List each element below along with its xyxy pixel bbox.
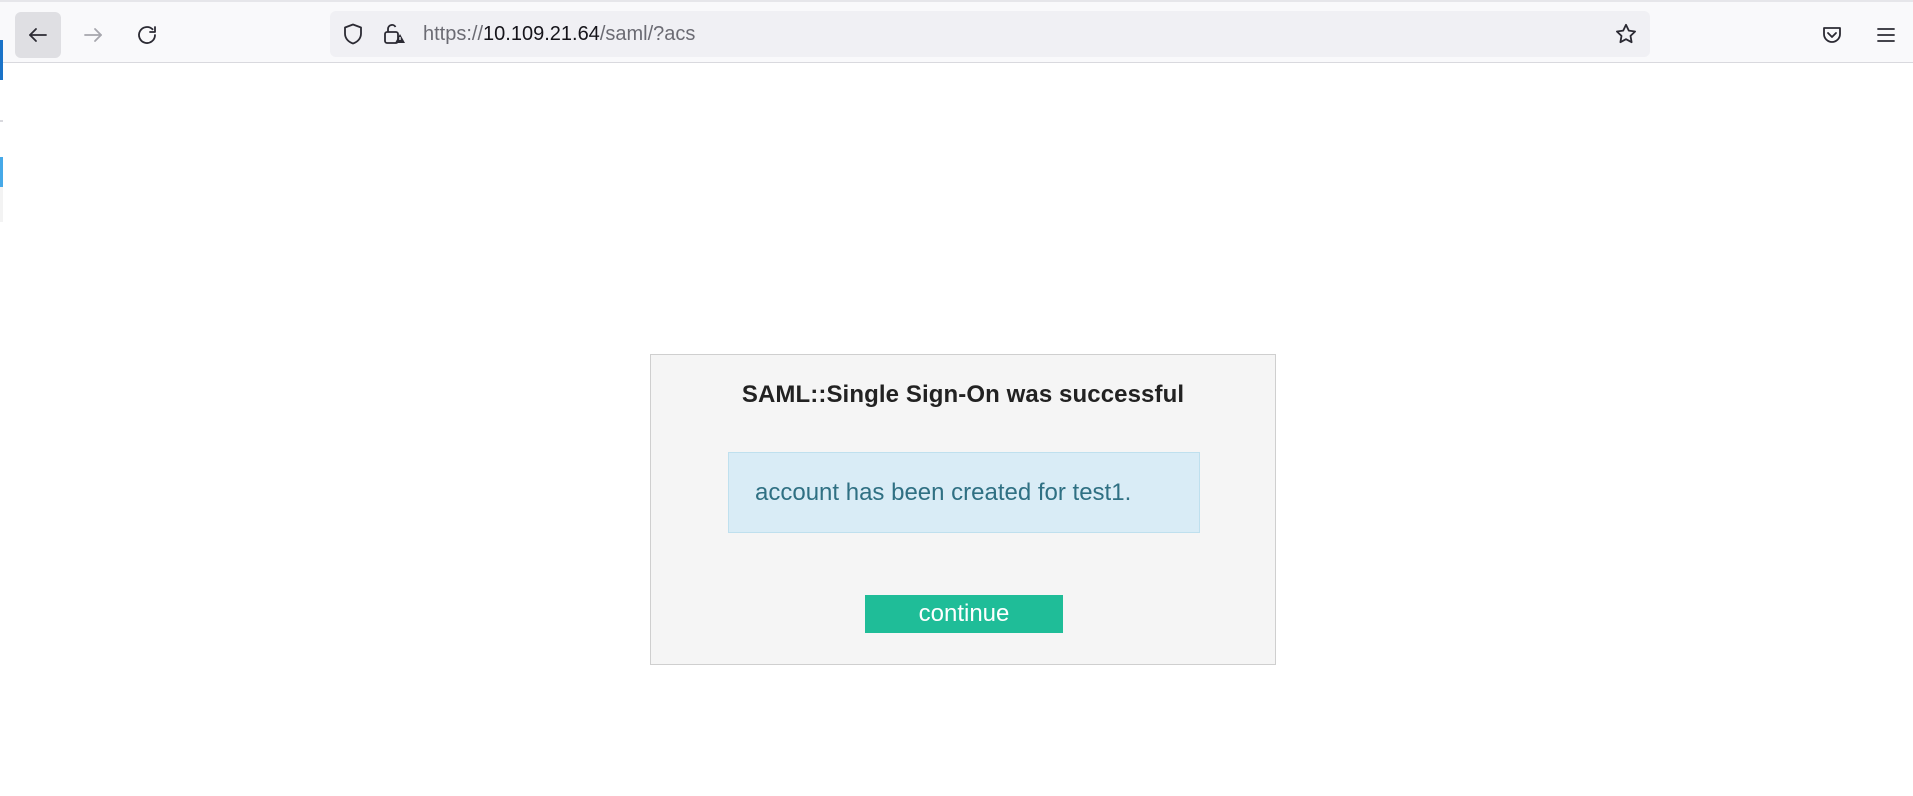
arrow-left-icon (29, 28, 47, 42)
star-icon[interactable] (1614, 22, 1638, 46)
hamburger-menu-icon (1877, 28, 1895, 42)
reload-button[interactable] (124, 12, 170, 58)
url-host: 10.109.21.64 (483, 23, 600, 45)
reload-icon (138, 26, 156, 44)
url-path: /saml/?acs (599, 23, 696, 45)
info-alert: account has been created for test1. (728, 452, 1200, 533)
app-menu-button[interactable] (1863, 12, 1909, 58)
url-bar[interactable]: https://10.109.21.64/saml/?acs (330, 11, 1650, 57)
continue-button[interactable]: continue (865, 595, 1063, 633)
alert-message: account has been created for test1. (755, 478, 1132, 506)
page-title: SAML::Single Sign-On was successful (741, 381, 1185, 408)
back-button[interactable] (15, 12, 61, 58)
left-edge-fragment (0, 40, 3, 80)
lock-warning-icon[interactable] (382, 22, 406, 46)
left-edge-fragment (0, 187, 3, 222)
url-scheme: https:// (423, 23, 484, 45)
browser-toolbar: https://10.109.21.64/saml/?acs (0, 0, 1913, 63)
left-edge-fragment (0, 157, 3, 187)
left-edge-fragment (0, 120, 3, 122)
pocket-icon (1823, 27, 1841, 43)
shield-icon[interactable] (341, 22, 365, 46)
arrow-right-icon (84, 28, 102, 42)
pocket-button[interactable] (1809, 12, 1855, 58)
url-text[interactable]: https://10.109.21.64/saml/?acs (423, 23, 695, 45)
sso-result-card: SAML::Single Sign-On was successful acco… (650, 354, 1276, 665)
forward-button[interactable] (70, 12, 116, 58)
